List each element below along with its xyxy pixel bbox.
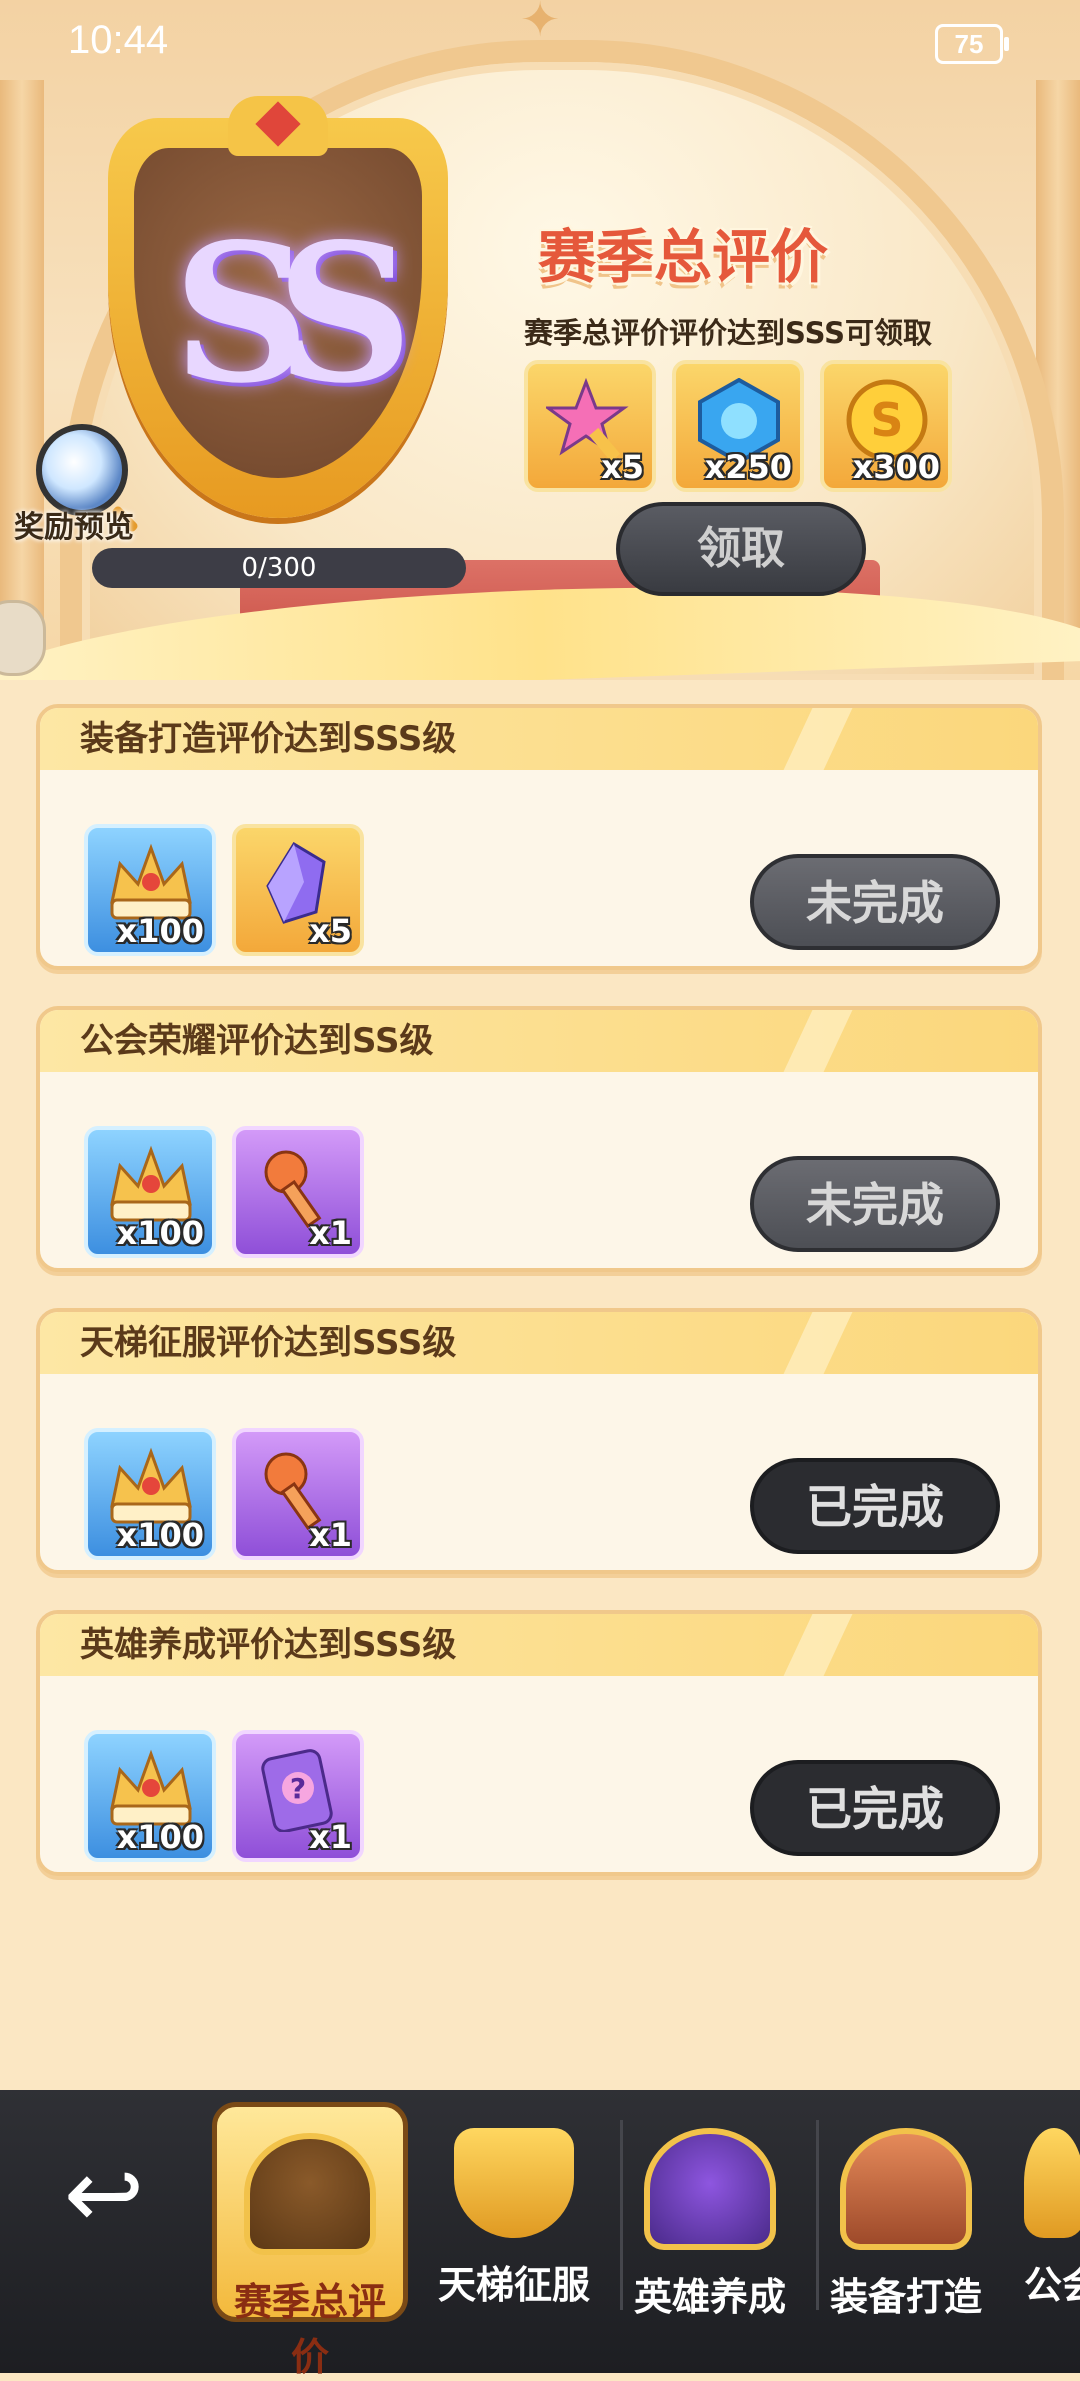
- reward-item[interactable]: x100: [84, 1730, 216, 1862]
- tab-label: 英雄养成: [633, 2275, 786, 2319]
- reward-item[interactable]: x5: [232, 824, 364, 956]
- tab-label: 公会: [1024, 2263, 1080, 2307]
- tab-label: 装备打造: [829, 2275, 982, 2319]
- reward-qty: x1: [309, 1818, 352, 1856]
- page-subtitle: 赛季总评价评价达到SSS可领取: [524, 316, 933, 350]
- task-card: 天梯征服评价达到SSS级 x100 x1 已完成: [36, 1308, 1042, 1574]
- reward-qty: x5: [601, 448, 644, 486]
- anvil-icon: [840, 2128, 972, 2250]
- tab-label: 赛季总评价: [233, 2280, 386, 2379]
- svg-text:S: S: [870, 393, 903, 447]
- task-title: 英雄养成评价达到SSS级: [40, 1614, 1038, 1676]
- left-pillar: [0, 80, 44, 640]
- reward-qty: x1: [309, 1214, 352, 1252]
- task-status-button[interactable]: 已完成: [750, 1458, 1000, 1554]
- reward-item[interactable]: x100: [84, 1428, 216, 1560]
- reward-item[interactable]: x100: [84, 824, 216, 956]
- svg-text:?: ?: [290, 1772, 306, 1805]
- guild-icon: [1024, 2128, 1080, 2238]
- reward-qty: x100: [116, 1818, 204, 1856]
- reward-item[interactable]: S x300: [820, 360, 952, 492]
- side-drawer-handle[interactable]: [0, 600, 46, 676]
- reward-item[interactable]: x1: [232, 1126, 364, 1258]
- reward-qty: x100: [116, 1516, 204, 1554]
- page-title: 赛季总评价: [538, 223, 829, 291]
- progress-bar: 0/300: [92, 548, 466, 588]
- task-title: 装备打造评价达到SSS级: [40, 708, 1038, 770]
- hero-helmet-icon: [644, 2128, 776, 2250]
- reward-qty: x1: [309, 1516, 352, 1554]
- reward-qty: x100: [116, 912, 204, 950]
- task-status-button[interactable]: 未完成: [750, 854, 1000, 950]
- battery-icon: 75: [935, 24, 1009, 64]
- tab-hero-growth[interactable]: 英雄养成: [612, 2102, 808, 2322]
- task-card: 装备打造评价达到SSS级 x100 x5 未完成: [36, 704, 1042, 970]
- reward-qty: x300: [852, 448, 940, 486]
- task-status-button[interactable]: 已完成: [750, 1760, 1000, 1856]
- reward-item[interactable]: x1: [232, 1428, 364, 1560]
- season-crown-icon: [244, 2133, 376, 2255]
- reward-item[interactable]: ? x1: [232, 1730, 364, 1862]
- tab-guild[interactable]: 公会: [1004, 2102, 1080, 2322]
- task-card: 英雄养成评价达到SSS级 x100 ? x1 已完成: [36, 1610, 1042, 1876]
- reward-qty: x100: [116, 1214, 204, 1252]
- tab-season-rating[interactable]: 赛季总评价: [212, 2102, 408, 2379]
- reward-item[interactable]: x100: [84, 1126, 216, 1258]
- reward-item[interactable]: x250: [672, 360, 804, 492]
- tab-ladder[interactable]: 天梯征服: [416, 2102, 612, 2322]
- claim-button[interactable]: 领取: [616, 502, 866, 596]
- reward-qty: x250: [704, 448, 792, 486]
- tab-label: 天梯征服: [437, 2263, 590, 2307]
- rank-letters: SS: [172, 201, 413, 425]
- task-title: 公会荣耀评价达到SS级: [40, 1010, 1038, 1072]
- tab-equipment[interactable]: 装备打造: [808, 2102, 1004, 2322]
- reward-preview-label[interactable]: 奖励预览: [14, 502, 134, 546]
- bottom-nav: ↩ 赛季总评价 天梯征服 英雄养成 装备打造 公会: [0, 2090, 1080, 2379]
- trophy-icon: [454, 2128, 574, 2238]
- star-ornament-icon: ✦: [520, 0, 561, 48]
- season-reward-list: x5 x250 S x300: [524, 360, 952, 492]
- reward-qty: x5: [309, 912, 352, 950]
- back-arrow-icon[interactable]: ↩: [56, 2146, 152, 2242]
- status-time: 10:44: [68, 18, 169, 62]
- task-status-button[interactable]: 未完成: [750, 1156, 1000, 1252]
- task-title: 天梯征服评价达到SSS级: [40, 1312, 1038, 1374]
- reward-item[interactable]: x5: [524, 360, 656, 492]
- task-card: 公会荣耀评价达到SS级 x100 x1 未完成: [36, 1006, 1042, 1272]
